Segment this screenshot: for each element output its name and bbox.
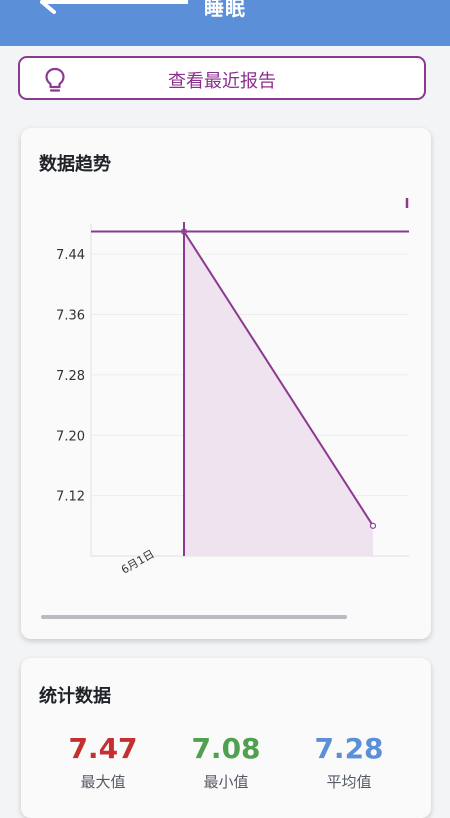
stat-min-label: 最小值 bbox=[203, 773, 249, 791]
stats-card: 统计数据 7.47 最大值 7.08 最小值 7.28 平均值 bbox=[21, 658, 431, 818]
stat-avg: 7.28 平均值 bbox=[289, 732, 409, 792]
trend-chart[interactable]: 7.44 7.36 7.28 7.20 7.12 6月1日 bbox=[21, 128, 431, 639]
app-header: 睡眠 bbox=[0, 0, 450, 46]
stats-card-title: 统计数据 bbox=[39, 686, 111, 707]
stat-max-label: 最大值 bbox=[80, 773, 126, 791]
view-recent-report-button[interactable]: 查看最近报告 bbox=[18, 56, 426, 100]
stat-avg-value: 7.28 bbox=[314, 732, 384, 765]
stat-max: 7.47 最大值 bbox=[43, 732, 163, 792]
stat-max-value: 7.47 bbox=[68, 732, 138, 765]
y-tick-label: 7.36 bbox=[56, 309, 85, 324]
stat-min: 7.08 最小值 bbox=[166, 732, 286, 792]
y-tick-label: 7.44 bbox=[56, 248, 85, 263]
page-title: 睡眠 bbox=[204, 0, 246, 20]
stat-min-value: 7.08 bbox=[191, 732, 261, 765]
chart-horizontal-scrollbar[interactable] bbox=[41, 615, 347, 619]
y-tick-label: 7.12 bbox=[56, 490, 85, 505]
y-tick-label: 7.20 bbox=[56, 429, 85, 444]
data-point bbox=[369, 522, 377, 529]
x-tick-label: 6月1日 bbox=[119, 547, 157, 576]
stat-avg-label: 平均值 bbox=[326, 773, 372, 791]
report-button-label: 查看最近报告 bbox=[168, 71, 276, 92]
trend-card: 数据趋势 7.44 7.36 7.28 7.20 7.12 6月1日 bbox=[21, 128, 431, 639]
series-area-fill bbox=[184, 231, 373, 556]
y-tick-label: 7.28 bbox=[56, 369, 85, 384]
